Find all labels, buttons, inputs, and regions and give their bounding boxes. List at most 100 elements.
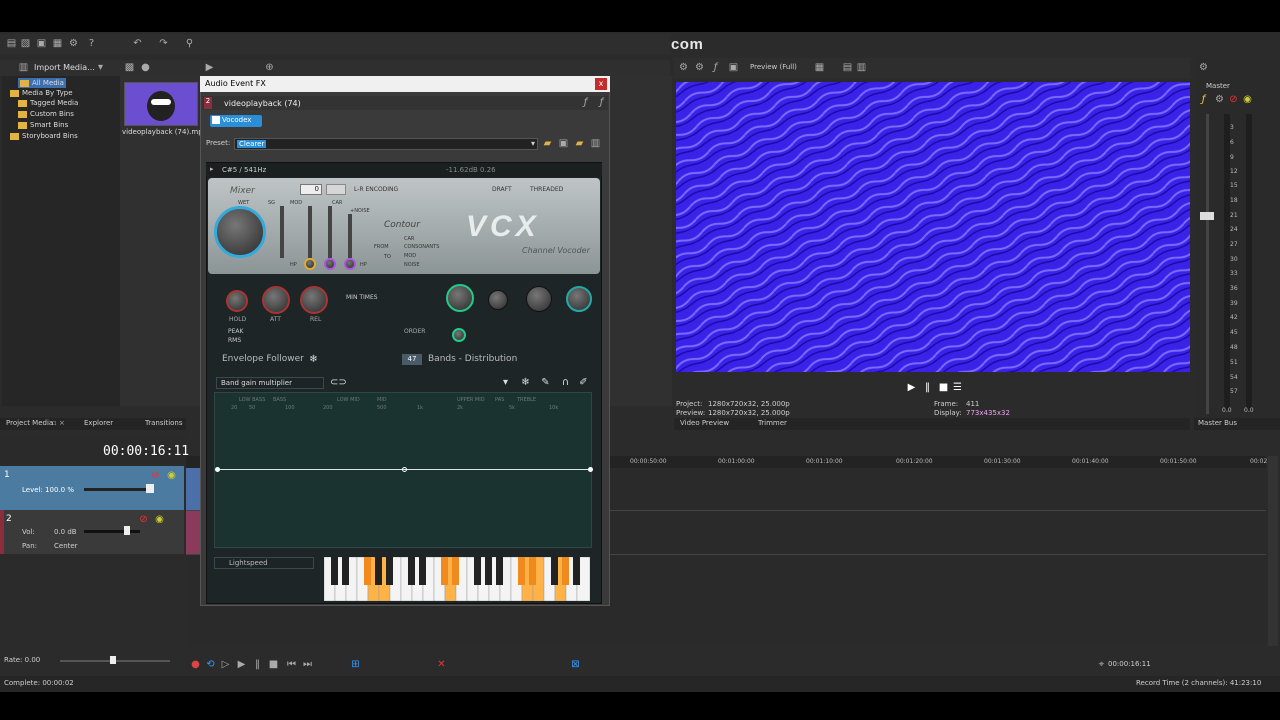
play-icon[interactable]: ▶ bbox=[204, 62, 215, 73]
dropdown-arrow-icon[interactable]: ▾ bbox=[95, 62, 106, 73]
band-gain-point[interactable] bbox=[402, 467, 407, 472]
mixer-spare-field[interactable] bbox=[326, 184, 346, 195]
checkbox-icon[interactable] bbox=[212, 116, 220, 124]
hp-knob-1[interactable] bbox=[304, 258, 316, 270]
record-icon[interactable]: ● bbox=[190, 659, 201, 670]
contour-opt-mod[interactable]: MOD bbox=[404, 253, 416, 259]
min-times-toggle[interactable]: MIN TIMES bbox=[346, 294, 378, 301]
audio-track-header[interactable]: 2 Vol: 0.0 dB Pan: Center ⊘ ◉ bbox=[0, 510, 184, 554]
new-icon[interactable]: ▤ bbox=[6, 38, 17, 49]
play-icon[interactable]: ▶ bbox=[236, 659, 247, 670]
magnet-icon[interactable]: ∩ bbox=[560, 377, 571, 388]
save-preset-icon[interactable]: ▣ bbox=[558, 138, 569, 149]
tree-item-smart-bins[interactable]: Smart Bins bbox=[18, 120, 68, 130]
pause-icon[interactable]: ‖ bbox=[252, 659, 263, 670]
tree-item-media-by-type[interactable]: Media By Type bbox=[10, 88, 73, 98]
menu-icon[interactable]: ☰ bbox=[952, 382, 963, 393]
fx-icon[interactable]: ⚙ bbox=[694, 62, 705, 73]
contour-opt-noise[interactable]: NOISE bbox=[404, 262, 419, 268]
plugin-menu-icon[interactable]: ▸ bbox=[210, 165, 214, 173]
vol-slider[interactable] bbox=[84, 530, 140, 533]
zoom-icon[interactable]: ⊕ bbox=[264, 62, 275, 73]
copy-snapshot-icon[interactable]: ▥ bbox=[856, 62, 867, 73]
tree-item-custom-bins[interactable]: Custom Bins bbox=[18, 109, 74, 119]
split-screen-icon[interactable]: ▣ bbox=[728, 62, 739, 73]
solo-icon[interactable]: ◉ bbox=[154, 514, 165, 525]
snap-icon[interactable]: ⊠ bbox=[570, 659, 581, 670]
preview-quality-select[interactable]: Preview (Full) bbox=[750, 63, 797, 71]
undo-icon[interactable]: ↶ bbox=[132, 38, 143, 49]
vol-slider-thumb[interactable] bbox=[124, 526, 130, 535]
redo-icon[interactable]: ↷ bbox=[158, 38, 169, 49]
noise-slider[interactable] bbox=[348, 214, 352, 258]
contour-opt-consonants[interactable]: CONSONANTS bbox=[404, 244, 439, 250]
audio-event-clip[interactable] bbox=[186, 510, 200, 554]
master-settings-icon[interactable]: ⚙ bbox=[1214, 94, 1225, 105]
wet-knob[interactable] bbox=[214, 206, 266, 258]
att-knob[interactable] bbox=[262, 286, 290, 314]
fx-chain-icon[interactable]: ƒ bbox=[580, 97, 591, 108]
level-slider[interactable] bbox=[84, 488, 154, 491]
band-mode-select[interactable]: Band gain multiplier bbox=[216, 377, 324, 389]
stereo-knob[interactable] bbox=[566, 286, 592, 312]
preset-select[interactable]: Clearer ▾ bbox=[234, 138, 538, 150]
delete-preset-icon[interactable]: ▥ bbox=[590, 138, 601, 149]
freeze-icon[interactable]: ❄ bbox=[520, 377, 531, 388]
play-from-start-icon[interactable]: ▷ bbox=[220, 659, 231, 670]
tree-item-tagged-media[interactable]: Tagged Media bbox=[18, 98, 78, 108]
open-preset-icon[interactable]: ▰ bbox=[542, 138, 553, 149]
next-icon[interactable]: ⏭ bbox=[302, 659, 313, 670]
bands-count[interactable]: 47 bbox=[402, 354, 422, 365]
media-generator-icon[interactable]: ▩ bbox=[124, 62, 135, 73]
import-media-button[interactable]: Import Media... bbox=[34, 63, 95, 72]
freeze-icon[interactable]: ❄ bbox=[308, 354, 319, 365]
loop-icon[interactable]: ⟲ bbox=[205, 659, 216, 670]
render-icon[interactable]: ? bbox=[86, 38, 97, 49]
car-hp-knob[interactable] bbox=[344, 258, 356, 270]
level-slider-thumb[interactable] bbox=[146, 484, 154, 493]
timeline-vertical-scrollbar[interactable] bbox=[1268, 456, 1278, 646]
master-mute-icon[interactable]: ⊘ bbox=[1228, 94, 1239, 105]
tree-item-storyboard-bins[interactable]: Storyboard Bins bbox=[10, 131, 78, 141]
rel-knob[interactable] bbox=[300, 286, 328, 314]
open-icon[interactable]: ▧ bbox=[20, 38, 31, 49]
mute-icon[interactable]: ⊘ bbox=[150, 470, 161, 481]
settings-icon[interactable]: ⚙ bbox=[1198, 62, 1209, 73]
pencil-icon[interactable]: ✎ bbox=[540, 377, 551, 388]
rms-option[interactable]: RMS bbox=[228, 337, 241, 344]
lr-encoding-toggle[interactable]: L-R ENCODING bbox=[354, 186, 398, 193]
tab-project-media[interactable]: Project Media bbox=[6, 419, 53, 427]
mixer-value-field[interactable]: 0 bbox=[300, 184, 322, 195]
media-thumbnail[interactable] bbox=[124, 82, 198, 126]
car-slider[interactable] bbox=[328, 206, 332, 258]
video-fx-icon[interactable]: ƒ bbox=[710, 62, 721, 73]
band-gain-point[interactable] bbox=[588, 467, 593, 472]
save-icon[interactable]: ▣ bbox=[36, 38, 47, 49]
video-track-header[interactable]: 1 Level: 100.0 % ⊘ ◉ bbox=[0, 466, 184, 510]
draft-toggle[interactable]: DRAFT bbox=[492, 186, 512, 193]
formant-knob[interactable] bbox=[488, 290, 508, 310]
edit-tool-icon[interactable]: ⊞ bbox=[350, 659, 361, 670]
threaded-toggle[interactable]: THREADED bbox=[530, 186, 563, 193]
band-gain-point[interactable] bbox=[215, 467, 220, 472]
sg-slider[interactable] bbox=[280, 206, 284, 258]
master-fader-track[interactable] bbox=[1206, 114, 1209, 414]
master-fader-thumb[interactable] bbox=[1200, 212, 1214, 220]
tab-master-bus[interactable]: Master Bus bbox=[1198, 419, 1237, 427]
gender-knob[interactable] bbox=[526, 286, 552, 312]
tree-item-all-media[interactable]: All Media bbox=[18, 78, 66, 88]
dropdown-arrow-icon[interactable]: ▾ bbox=[500, 377, 511, 388]
preset-folder-icon[interactable]: ▰ bbox=[574, 138, 585, 149]
rate-slider-thumb[interactable] bbox=[110, 656, 116, 664]
stop-icon[interactable]: ■ bbox=[268, 659, 279, 670]
tab-close-icon[interactable]: ▫ × bbox=[52, 419, 65, 427]
contour-opt-car[interactable]: CAR bbox=[404, 236, 414, 242]
save-as-icon[interactable]: ▦ bbox=[52, 38, 63, 49]
dialog-close-button[interactable]: x bbox=[595, 78, 607, 90]
mute-icon[interactable]: ⊘ bbox=[138, 514, 149, 525]
mod-hp-knob[interactable] bbox=[324, 258, 336, 270]
video-event-clip[interactable] bbox=[186, 468, 200, 510]
remove-fx-icon[interactable]: ƒ bbox=[596, 97, 607, 108]
tab-transitions[interactable]: Transitions bbox=[145, 419, 183, 427]
mod-slider[interactable] bbox=[308, 206, 312, 258]
